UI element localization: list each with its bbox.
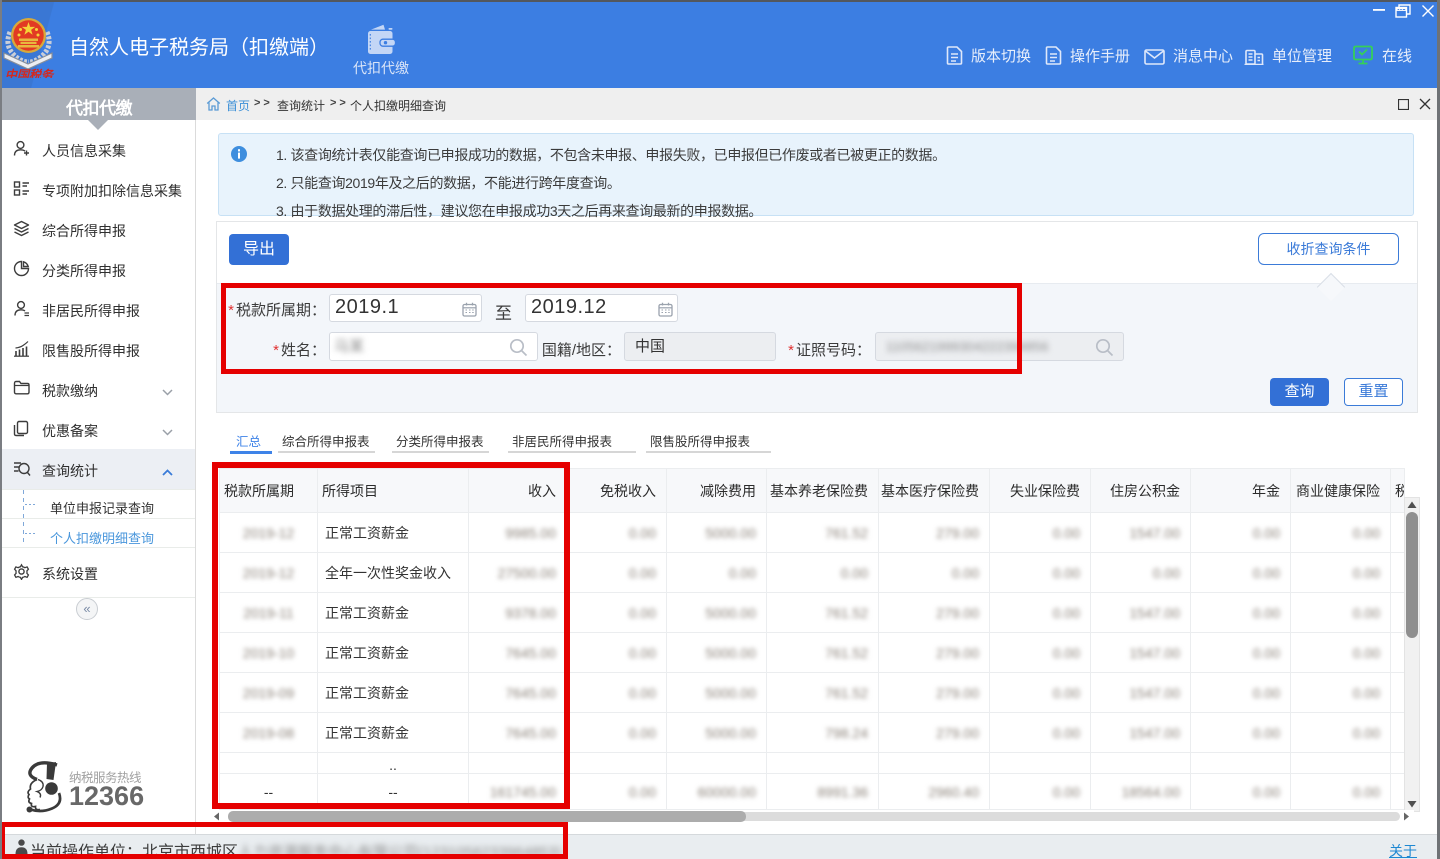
svg-text:务: 务 (41, 68, 55, 78)
